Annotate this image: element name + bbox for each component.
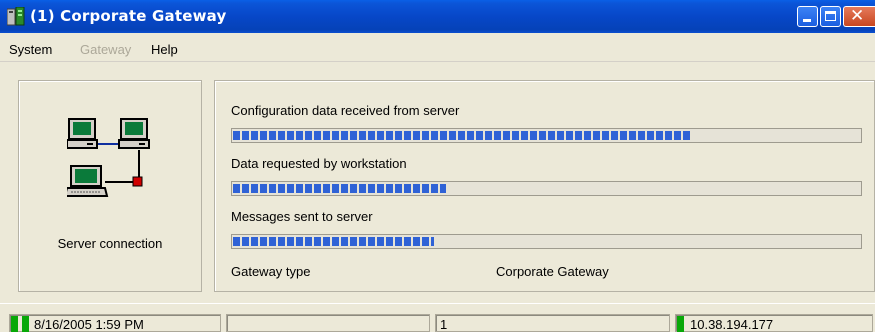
server-connection-label: Server connection bbox=[57, 236, 163, 251]
config-received-label: Configuration data received from server bbox=[231, 103, 460, 118]
messages-sent-label: Messages sent to server bbox=[231, 209, 373, 224]
window-title: (1) Corporate Gateway bbox=[30, 7, 227, 25]
messages-sent-progress bbox=[231, 234, 862, 249]
messages-sent-progress-fill bbox=[233, 237, 434, 246]
status-count-cell: 1 bbox=[435, 314, 670, 332]
network-computers-icon bbox=[67, 118, 150, 197]
data-requested-progress bbox=[231, 181, 862, 196]
status-empty-cell bbox=[226, 314, 430, 332]
data-requested-label: Data requested by workstation bbox=[231, 156, 407, 171]
status-panel: Configuration data received from server … bbox=[214, 80, 875, 292]
data-requested-progress-fill bbox=[233, 184, 446, 193]
status-bar: 8/16/2005 1:59 PM 1 10.38.194.177 bbox=[0, 303, 875, 332]
close-button[interactable]: ✕ bbox=[843, 6, 875, 27]
close-icon: ✕ bbox=[850, 6, 865, 26]
menu-gateway[interactable]: Gateway bbox=[80, 42, 131, 57]
app-icon bbox=[7, 7, 25, 26]
menu-bar: System Gateway Help bbox=[0, 33, 875, 62]
status-indicator-1 bbox=[11, 316, 18, 332]
config-received-progress-fill bbox=[233, 131, 691, 140]
status-ip-cell: 10.38.194.177 bbox=[675, 314, 873, 332]
status-count: 1 bbox=[440, 317, 448, 332]
connection-panel: Server connection bbox=[18, 80, 202, 292]
title-bar[interactable]: (1) Corporate Gateway ✕ bbox=[0, 0, 875, 33]
minimize-button[interactable] bbox=[797, 6, 818, 27]
gateway-type-value: Corporate Gateway bbox=[496, 264, 609, 279]
menu-help[interactable]: Help bbox=[151, 42, 178, 57]
status-datetime-cell: 8/16/2005 1:59 PM bbox=[9, 314, 221, 332]
status-indicator-2 bbox=[22, 316, 29, 332]
gateway-type-label: Gateway type bbox=[231, 264, 311, 279]
status-ip: 10.38.194.177 bbox=[690, 317, 774, 332]
menu-system[interactable]: System bbox=[9, 42, 52, 57]
maximize-button[interactable] bbox=[820, 6, 841, 27]
status-datetime: 8/16/2005 1:59 PM bbox=[34, 317, 144, 332]
config-received-progress bbox=[231, 128, 862, 143]
status-ip-indicator bbox=[677, 316, 684, 332]
